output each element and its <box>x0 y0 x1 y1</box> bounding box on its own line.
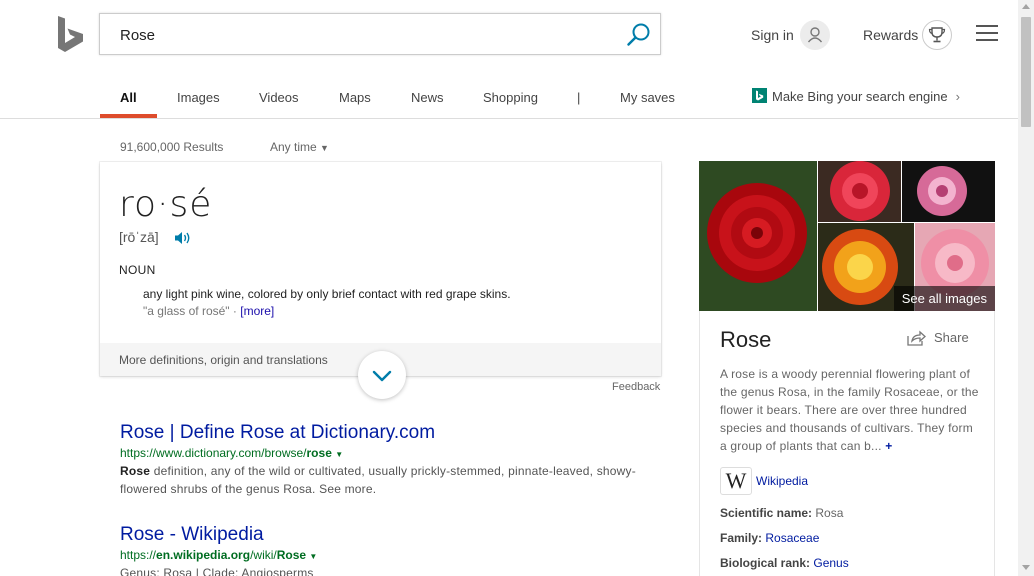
result-url[interactable]: https://www.dictionary.com/browse/rose ▼ <box>120 446 660 460</box>
fact-value-link[interactable]: Genus <box>813 556 848 570</box>
fact-value-link[interactable]: Rosaceae <box>765 531 819 545</box>
result-url-path: /wiki/ <box>250 548 277 562</box>
kp-description-text: A rose is a woody perennial flowering pl… <box>720 367 979 453</box>
result-title-link[interactable]: Rose - Wikipedia <box>120 524 660 546</box>
results-count: 91,600,000 Results <box>120 140 224 154</box>
result-snippet: Genus: Rosa | Clade: Angiosperms <box>120 566 314 576</box>
wikipedia-logo-icon: W <box>720 467 752 495</box>
result-url[interactable]: https://en.wikipedia.org/wiki/Rose ▼ <box>120 548 660 562</box>
bing-logo-icon[interactable] <box>56 16 86 52</box>
kp-fact-scientific-name: Scientific name: Rosa <box>720 506 843 520</box>
kp-fact-family: Family: Rosaceae <box>720 531 819 545</box>
caret-down-icon[interactable]: ▼ <box>309 552 317 561</box>
search-input[interactable] <box>120 24 610 46</box>
snippet-text: definition, any of the wild or cultivate… <box>120 464 636 496</box>
result-url-bold: rose <box>306 446 332 460</box>
more-link[interactable]: [more] <box>240 304 274 318</box>
speaker-icon[interactable] <box>173 229 193 247</box>
caret-down-icon: ▼ <box>320 143 329 153</box>
tab-maps[interactable]: Maps <box>339 90 371 105</box>
search-icon[interactable] <box>626 22 652 48</box>
tab-news[interactable]: News <box>411 90 444 105</box>
result-url-prefix: https://www.dictionary.com/browse/ <box>120 446 307 460</box>
bing-small-icon <box>752 88 767 103</box>
knowledge-panel: Rose Share A rose is a woody perennial f… <box>699 311 995 576</box>
time-filter-label: Any time <box>270 140 317 154</box>
snippet-bold: Rose <box>120 464 151 478</box>
nav-bar: All Images Videos Maps News Shopping | M… <box>0 76 1018 119</box>
scroll-up-arrow-icon[interactable] <box>1022 4 1030 9</box>
share-button[interactable]: Share <box>906 330 969 346</box>
expand-definition-button[interactable] <box>358 351 406 399</box>
chevron-right-icon: › <box>955 89 960 104</box>
expand-plus-icon[interactable]: + <box>885 439 892 453</box>
feedback-link[interactable]: Feedback <box>612 381 660 393</box>
part-of-speech: NOUN <box>119 263 156 277</box>
rose-image[interactable] <box>699 161 817 311</box>
tab-my-saves[interactable]: My saves <box>620 90 675 105</box>
page-scrollbar[interactable] <box>1018 0 1034 576</box>
hamburger-menu-icon[interactable] <box>976 25 998 43</box>
time-filter-dropdown[interactable]: Any time ▼ <box>270 140 329 154</box>
result-title-link[interactable]: Rose | Define Rose at Dictionary.com <box>120 422 660 444</box>
make-default-promo[interactable]: Make Bing your search engine › <box>752 88 960 104</box>
tab-shopping[interactable]: Shopping <box>483 90 538 105</box>
pronunciation: [rōˈzā] <box>119 229 159 245</box>
active-tab-indicator <box>100 114 157 118</box>
kp-title: Rose <box>720 327 772 352</box>
trophy-icon[interactable] <box>922 20 952 50</box>
share-label: Share <box>934 330 969 345</box>
rose-image[interactable] <box>818 161 901 222</box>
more-definitions-link[interactable]: More definitions, origin and translation… <box>119 353 328 367</box>
tab-images[interactable]: Images <box>177 90 220 105</box>
scroll-down-arrow-icon[interactable] <box>1022 565 1030 570</box>
kp-description: A rose is a woody perennial flowering pl… <box>720 365 980 455</box>
nav-separator: | <box>577 90 581 105</box>
tab-videos[interactable]: Videos <box>259 90 299 105</box>
result-snippet: Rose definition, any of the wild or cult… <box>120 462 660 498</box>
chevron-down-icon <box>372 370 392 382</box>
caret-down-icon[interactable]: ▼ <box>335 450 343 459</box>
share-icon <box>907 330 926 346</box>
kp-fact-rank: Biological rank: Genus <box>720 556 849 570</box>
example-text: "a glass of rosé" · <box>143 304 241 318</box>
promo-label: Make Bing your search engine <box>772 89 948 104</box>
rose-image[interactable] <box>902 161 995 222</box>
see-all-images-button[interactable]: See all images <box>893 286 995 311</box>
search-box <box>99 13 661 55</box>
definition-card: ro·sé [rōˈzā] NOUN any light pink wine, … <box>100 162 661 399</box>
definition-meaning: any light pink wine, colored by only bri… <box>143 287 511 301</box>
fact-value: Rosa <box>815 506 844 520</box>
fact-label: Scientific name: <box>720 506 813 520</box>
definition-example: "a glass of rosé" · [more] <box>143 304 274 318</box>
user-avatar-icon[interactable] <box>800 20 830 50</box>
search-result: Rose - Wikipedia https://en.wikipedia.or… <box>120 524 660 576</box>
scrollbar-thumb[interactable] <box>1021 17 1031 127</box>
sign-in-link[interactable]: Sign in <box>751 27 794 43</box>
rewards-link[interactable]: Rewards <box>863 27 918 43</box>
fact-label: Family: <box>720 531 763 545</box>
wikipedia-link[interactable]: W Wikipedia <box>720 467 808 495</box>
result-url-domain: en.wikipedia.org <box>156 548 251 562</box>
fact-label: Biological rank: <box>720 556 811 570</box>
wikipedia-label: Wikipedia <box>756 474 809 488</box>
search-result: Rose | Define Rose at Dictionary.com htt… <box>120 422 660 498</box>
result-url-prefix: https:// <box>120 548 157 562</box>
result-url-bold: Rose <box>276 548 307 562</box>
image-grid: See all images <box>699 161 995 311</box>
tab-all[interactable]: All <box>120 90 137 105</box>
definition-word: ro·sé <box>119 184 213 225</box>
